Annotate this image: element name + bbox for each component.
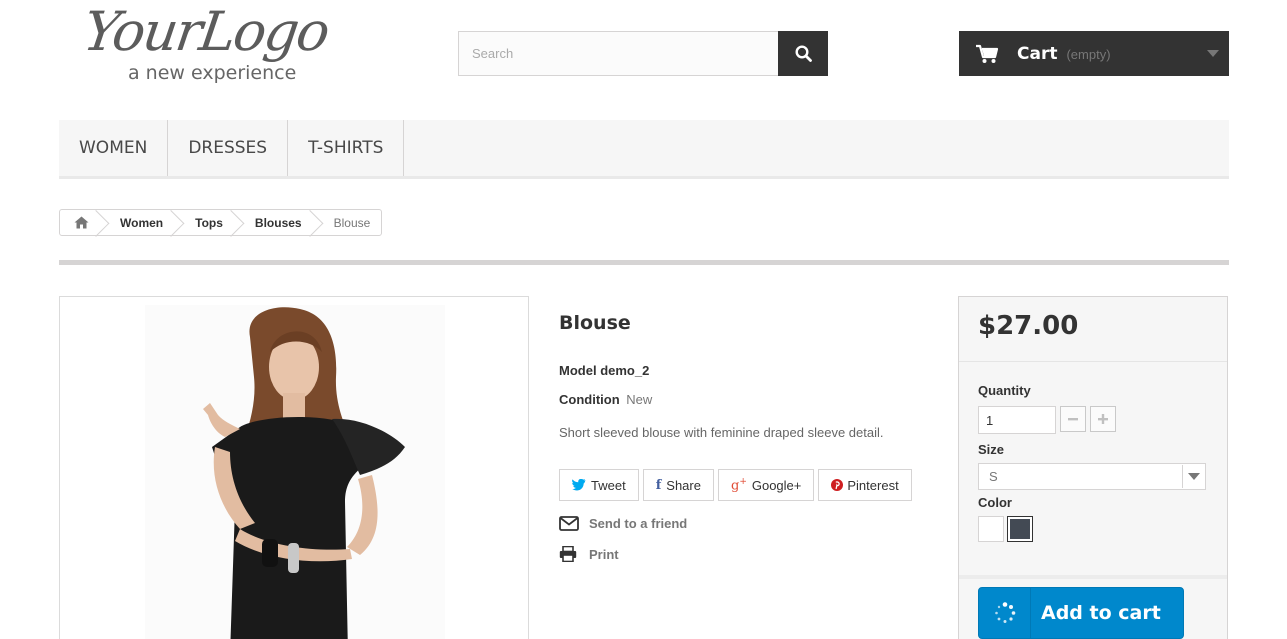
add-to-cart-button[interactable]: Add to cart <box>978 587 1184 639</box>
quantity-decrease-button[interactable] <box>1060 406 1086 432</box>
quantity-label: Quantity <box>978 383 1031 398</box>
product-description: Short sleeved blouse with feminine drape… <box>559 425 884 440</box>
cart-button[interactable]: Cart (empty) <box>959 31 1229 76</box>
menu-item-dresses[interactable]: Dresses <box>168 120 289 176</box>
condition-label: Condition <box>559 392 620 407</box>
breadcrumb: Women Tops Blouses Blouse <box>59 209 383 236</box>
send-to-friend-link[interactable]: Send to a friend <box>559 516 687 531</box>
pinterest-label: Pinterest <box>847 477 899 493</box>
cart-status: (empty) <box>1066 47 1111 62</box>
googleplus-button[interactable]: g+ Google+ <box>717 469 815 501</box>
menu-item-tshirts[interactable]: T-shirts <box>288 120 405 176</box>
product-info: Blouse Model demo_2 Condition New Short … <box>559 312 929 562</box>
twitter-icon <box>572 479 586 491</box>
pinterest-icon <box>831 479 844 491</box>
facebook-icon: f <box>655 477 662 493</box>
search-button[interactable] <box>778 31 828 76</box>
tweet-label: Tweet <box>591 477 626 493</box>
product-image[interactable] <box>59 296 529 639</box>
send-to-friend-label: Send to a friend <box>589 516 688 531</box>
googleplus-label: Google+ <box>751 477 802 493</box>
section-divider <box>59 260 1229 265</box>
tweet-button[interactable]: Tweet <box>559 469 639 501</box>
googleplus-icon: g+ <box>730 476 747 494</box>
product-price: $27.00 <box>978 311 1079 341</box>
print-label: Print <box>589 546 619 562</box>
size-select[interactable]: S <box>978 463 1206 490</box>
chevron-down-icon <box>1207 50 1219 57</box>
search-icon <box>794 45 812 62</box>
color-swatch-dark[interactable] <box>1007 516 1033 542</box>
product-title: Blouse <box>559 312 631 334</box>
breadcrumb-current: Blouse <box>333 215 371 230</box>
printer-icon <box>559 546 577 562</box>
buy-box-separator <box>959 575 1227 579</box>
quantity-input[interactable] <box>978 406 1056 434</box>
product-photo <box>145 305 445 639</box>
pinterest-button[interactable]: Pinterest <box>818 469 912 501</box>
plus-icon <box>1098 414 1108 424</box>
spinner-icon <box>979 588 1031 638</box>
minus-icon <box>1068 418 1078 421</box>
color-label: Color <box>978 495 1012 510</box>
envelope-icon <box>559 516 579 531</box>
social-share-buttons: Tweet f Share g+ Google+ Pinterest <box>559 469 912 501</box>
main-menu: Women Dresses T-shirts <box>59 120 1229 179</box>
buy-box: $27.00 Quantity Size S Color <box>958 296 1228 639</box>
color-swatch-fill <box>1010 519 1030 539</box>
color-swatch-fill <box>981 519 1001 539</box>
size-label: Size <box>978 442 1005 457</box>
cart-icon <box>976 44 999 63</box>
search-box <box>458 31 779 76</box>
menu-item-women[interactable]: Women <box>59 120 169 176</box>
logo[interactable]: YourLogo a new experience <box>80 0 374 86</box>
product-model: Model demo_2 <box>559 363 649 378</box>
condition-value: New <box>626 392 653 407</box>
chevron-down-icon <box>1182 465 1204 488</box>
facebook-share-button[interactable]: f Share <box>642 469 714 501</box>
model-value: demo_2 <box>600 363 650 378</box>
model-label: Model <box>559 363 597 378</box>
add-to-cart-label: Add to cart <box>1041 602 1161 624</box>
cart-label: Cart <box>1017 43 1058 64</box>
logo-tagline: a new experience <box>128 62 297 84</box>
share-label: Share <box>666 477 701 493</box>
search-input[interactable] <box>459 32 778 75</box>
product-condition: Condition New <box>559 392 652 407</box>
print-link[interactable]: Print <box>559 546 619 562</box>
price-area: $27.00 <box>959 297 1227 362</box>
size-value: S <box>989 469 998 484</box>
quantity-increase-button[interactable] <box>1090 406 1116 432</box>
logo-script: YourLogo <box>79 0 332 63</box>
color-swatch-white[interactable] <box>978 516 1004 542</box>
